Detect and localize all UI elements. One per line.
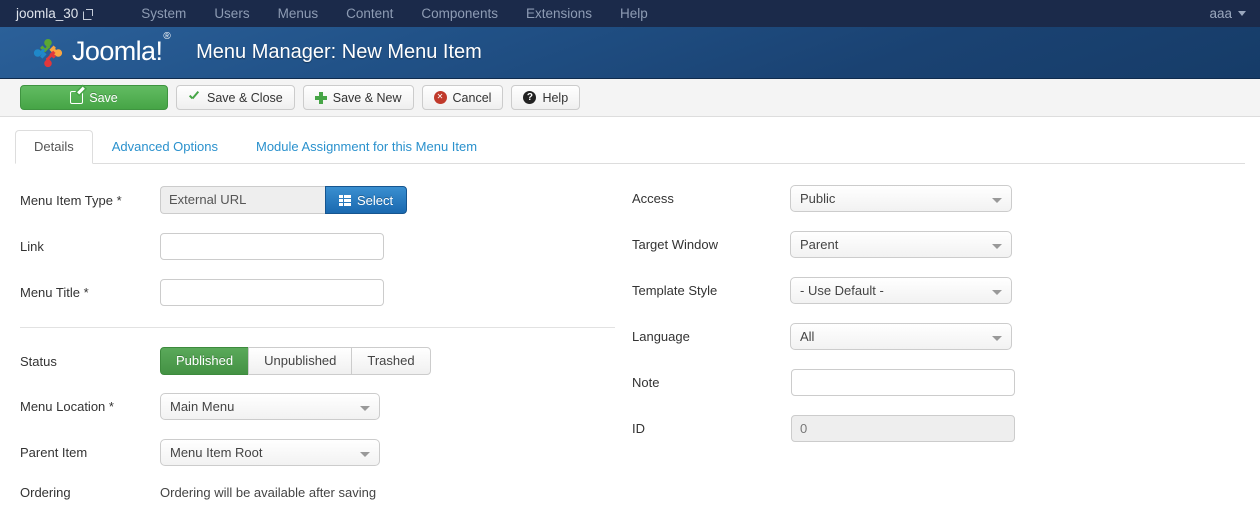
note-label: Note bbox=[632, 375, 660, 390]
save-and-close-button[interactable]: Save & Close bbox=[176, 85, 295, 110]
field-target-window: Target Window Parent bbox=[630, 231, 1250, 258]
field-menu-item-type: Menu Item Type * External URL Select bbox=[0, 186, 620, 214]
menu-title-input[interactable] bbox=[160, 279, 384, 306]
top-status-bar: joomla_30 System Users Menus Content Com… bbox=[0, 0, 1260, 27]
ordering-value: Ordering will be available after saving bbox=[160, 485, 377, 500]
nav-item-extensions[interactable]: Extensions bbox=[512, 0, 606, 27]
toolbar: Save Save & Close Save & New Cancel Help bbox=[0, 79, 1260, 117]
nav-item-users[interactable]: Users bbox=[200, 0, 263, 27]
language-label: Language bbox=[632, 329, 690, 344]
field-ordering: Ordering Ordering will be available afte… bbox=[0, 485, 620, 500]
field-note: Note bbox=[630, 369, 1250, 396]
menu-location-select[interactable]: Main Menu bbox=[160, 393, 380, 420]
plus-icon bbox=[314, 91, 327, 104]
form-column-left: Menu Item Type * External URL Select Lin… bbox=[0, 164, 620, 500]
select-button-label: Select bbox=[357, 192, 394, 208]
user-menu-label: aaa bbox=[1209, 6, 1232, 21]
section-divider bbox=[20, 327, 615, 328]
page-header: Joomla!® Menu Manager: New Menu Item bbox=[0, 27, 1260, 79]
status-option-published[interactable]: Published bbox=[160, 347, 250, 375]
access-label: Access bbox=[632, 191, 674, 206]
template-style-label: Template Style bbox=[632, 283, 718, 298]
template-style-select[interactable]: - Use Default - bbox=[790, 277, 1012, 304]
field-template-style: Template Style - Use Default - bbox=[630, 277, 1250, 304]
main-nav: System Users Menus Content Components Ex… bbox=[127, 0, 661, 27]
field-menu-location: Menu Location * Main Menu bbox=[0, 393, 620, 420]
field-status: Status Published Unpublished Trashed bbox=[0, 347, 620, 375]
status-option-unpublished[interactable]: Unpublished bbox=[248, 347, 353, 375]
cancel-circle-icon bbox=[433, 91, 447, 104]
nav-item-system[interactable]: System bbox=[127, 0, 200, 27]
field-id: ID bbox=[630, 415, 1250, 442]
status-label: Status bbox=[20, 353, 57, 369]
link-input[interactable] bbox=[160, 233, 384, 260]
field-access: Access Public bbox=[630, 185, 1250, 212]
access-select[interactable]: Public bbox=[790, 185, 1012, 212]
language-select[interactable]: All bbox=[790, 323, 1012, 350]
menu-item-type-control: External URL Select bbox=[160, 186, 408, 214]
pencil-icon bbox=[70, 91, 84, 104]
tab-bar: Details Advanced Options Module Assignme… bbox=[15, 130, 1245, 164]
cancel-button-label: Cancel bbox=[452, 90, 492, 105]
menu-item-type-value: External URL bbox=[160, 186, 325, 214]
question-circle-icon bbox=[523, 91, 537, 104]
status-option-trashed[interactable]: Trashed bbox=[351, 347, 431, 375]
site-name-link[interactable]: joomla_30 bbox=[16, 6, 94, 21]
help-button-label: Help bbox=[542, 90, 569, 105]
field-link: Link bbox=[0, 233, 620, 260]
status-button-group: Published Unpublished Trashed bbox=[160, 347, 431, 375]
nav-item-content[interactable]: Content bbox=[332, 0, 407, 27]
field-language: Language All bbox=[630, 323, 1250, 350]
target-window-select[interactable]: Parent bbox=[790, 231, 1012, 258]
target-window-label: Target Window bbox=[632, 237, 718, 252]
field-menu-title: Menu Title * bbox=[0, 279, 620, 306]
page-title: Menu Manager: New Menu Item bbox=[196, 41, 482, 63]
user-menu[interactable]: aaa bbox=[1209, 0, 1246, 27]
parent-item-select[interactable]: Menu Item Root bbox=[160, 439, 380, 466]
save-and-close-label: Save & Close bbox=[207, 90, 283, 105]
list-icon bbox=[339, 194, 351, 206]
id-input bbox=[791, 415, 1015, 442]
save-button-label: Save bbox=[89, 90, 118, 105]
id-label: ID bbox=[632, 421, 645, 436]
ordering-label: Ordering bbox=[20, 485, 71, 500]
menu-item-type-label: Menu Item Type * bbox=[20, 192, 122, 208]
brand-name: Joomla!® bbox=[72, 31, 171, 66]
nav-item-components[interactable]: Components bbox=[407, 0, 512, 27]
save-and-new-button[interactable]: Save & New bbox=[302, 85, 414, 110]
tab-advanced-options[interactable]: Advanced Options bbox=[93, 130, 237, 164]
cancel-button[interactable]: Cancel bbox=[421, 85, 504, 110]
menu-location-label: Menu Location * bbox=[20, 399, 114, 414]
help-button[interactable]: Help bbox=[511, 85, 581, 110]
tab-details[interactable]: Details bbox=[15, 130, 93, 164]
link-label: Link bbox=[20, 239, 44, 254]
save-button[interactable]: Save bbox=[20, 85, 168, 110]
details-panel: Menu Item Type * External URL Select Lin… bbox=[0, 164, 1260, 504]
menu-title-label: Menu Title * bbox=[20, 285, 89, 300]
check-icon bbox=[188, 91, 201, 104]
nav-item-menus[interactable]: Menus bbox=[264, 0, 333, 27]
form-column-right: Access Public Target Window Parent Templ… bbox=[630, 164, 1250, 442]
field-parent-item: Parent Item Menu Item Root bbox=[0, 439, 620, 466]
save-and-new-label: Save & New bbox=[332, 90, 402, 105]
chevron-down-icon bbox=[1238, 11, 1246, 16]
select-menu-item-type-button[interactable]: Select bbox=[325, 186, 408, 214]
site-name-label: joomla_30 bbox=[16, 6, 79, 21]
brand-logo: Joomla!® bbox=[33, 31, 171, 68]
tab-module-assignment[interactable]: Module Assignment for this Menu Item bbox=[237, 130, 496, 164]
parent-item-label: Parent Item bbox=[20, 445, 88, 460]
note-input[interactable] bbox=[791, 369, 1015, 396]
joomla-logo-icon bbox=[33, 38, 63, 67]
external-link-icon bbox=[83, 8, 94, 20]
nav-item-help[interactable]: Help bbox=[606, 0, 662, 27]
